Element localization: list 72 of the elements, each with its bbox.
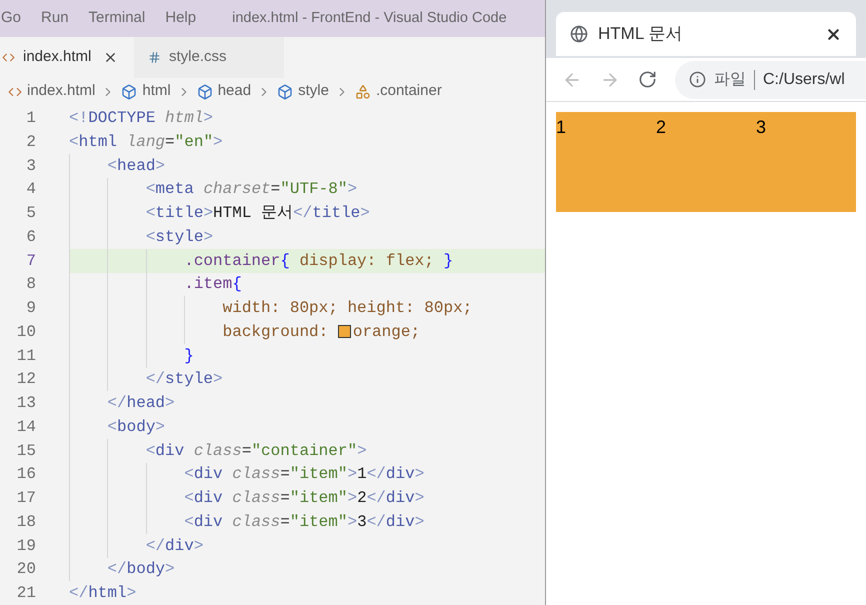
code-line: .item{ bbox=[69, 272, 242, 296]
address-label: 파일 bbox=[714, 70, 746, 90]
line-number: 7 bbox=[25, 250, 36, 272]
code-line: </style> bbox=[69, 368, 223, 392]
line-number: 5 bbox=[25, 203, 36, 224]
code-line: width: 80px; height: 80px; bbox=[69, 296, 472, 320]
code-line: <head> bbox=[69, 154, 166, 178]
breadcrumb-item[interactable]: .container bbox=[376, 80, 442, 103]
flex-item: 1 bbox=[556, 112, 656, 212]
code-line: <body> bbox=[69, 415, 166, 439]
line-number: 13 bbox=[16, 393, 36, 414]
cube-icon bbox=[277, 84, 294, 100]
line-number: 15 bbox=[16, 440, 36, 462]
globe-icon bbox=[570, 25, 588, 43]
line-number: 4 bbox=[25, 179, 36, 200]
line-number: 8 bbox=[25, 274, 36, 296]
class-icon bbox=[354, 84, 371, 100]
code-line: <style> bbox=[69, 225, 214, 249]
line-number: 21 bbox=[16, 583, 36, 604]
code-line: <!DOCTYPE html> bbox=[69, 108, 214, 130]
hash-icon bbox=[148, 51, 161, 64]
flex-item: 3 bbox=[756, 112, 856, 212]
line-number: 6 bbox=[25, 226, 36, 248]
code-line: <meta charset="UTF-8"> bbox=[69, 178, 358, 202]
line-number: 17 bbox=[16, 488, 36, 510]
line-number: 2 bbox=[25, 132, 36, 153]
code-line: </body> bbox=[69, 558, 175, 582]
code-line: <div class="item">2</div> bbox=[69, 486, 424, 510]
editor-tab[interactable]: style.css bbox=[134, 37, 284, 78]
code-line: </div> bbox=[69, 534, 204, 558]
window-title: index.html - FrontEnd - Visual Studio Code bbox=[232, 8, 507, 28]
color-swatch[interactable] bbox=[338, 325, 351, 338]
line-number: 11 bbox=[16, 346, 36, 367]
code-line: <div class="item">1</div> bbox=[69, 462, 424, 486]
menu-item[interactable]: Go bbox=[1, 7, 22, 30]
line-number: 14 bbox=[16, 416, 36, 438]
tab-title: HTML 문서 bbox=[598, 23, 684, 46]
breadcrumb-item[interactable]: index.html bbox=[27, 80, 96, 103]
tab-label: index.html bbox=[23, 47, 92, 68]
menu-item[interactable]: Run bbox=[41, 7, 69, 30]
cube-icon bbox=[121, 84, 138, 100]
line-number: 12 bbox=[16, 369, 36, 390]
code-line: <html lang="en"> bbox=[69, 132, 223, 153]
flex-item: 2 bbox=[656, 112, 756, 212]
code-line: <div class="item">3</div> bbox=[69, 510, 424, 534]
line-number: 3 bbox=[25, 156, 36, 177]
breadcrumb-item[interactable]: head bbox=[218, 80, 252, 103]
breadcrumb-item[interactable]: style bbox=[298, 80, 329, 103]
info-icon bbox=[689, 71, 706, 88]
code-line: <div class="container"> bbox=[69, 438, 367, 462]
line-number: 9 bbox=[25, 298, 36, 320]
line-number: 20 bbox=[16, 559, 36, 580]
reload-icon[interactable] bbox=[638, 70, 657, 89]
line-number: 19 bbox=[16, 536, 36, 557]
menu-item[interactable]: Terminal bbox=[88, 7, 146, 30]
browser-tab[interactable]: HTML 문서 bbox=[556, 12, 856, 56]
address-bar[interactable]: 파일 C:/Users/wl bbox=[675, 60, 866, 98]
code-line: <title>HTML 문서</title> bbox=[69, 201, 370, 225]
line-number: 1 bbox=[25, 108, 36, 130]
line-number: 18 bbox=[16, 512, 36, 533]
line-number: 16 bbox=[16, 464, 36, 486]
code-line: background: orange; bbox=[69, 320, 420, 344]
cube-icon bbox=[196, 84, 213, 100]
code-line: </html> bbox=[69, 583, 136, 604]
menu-item[interactable]: Help bbox=[165, 7, 196, 30]
line-number: 10 bbox=[16, 322, 36, 343]
code-line: </head> bbox=[69, 391, 175, 415]
code-line: } bbox=[69, 344, 194, 368]
code-icon bbox=[2, 51, 15, 64]
address-text: C:/Users/wl bbox=[763, 70, 845, 90]
breadcrumb-item[interactable]: html bbox=[142, 80, 171, 103]
tab-label: style.css bbox=[169, 47, 227, 68]
